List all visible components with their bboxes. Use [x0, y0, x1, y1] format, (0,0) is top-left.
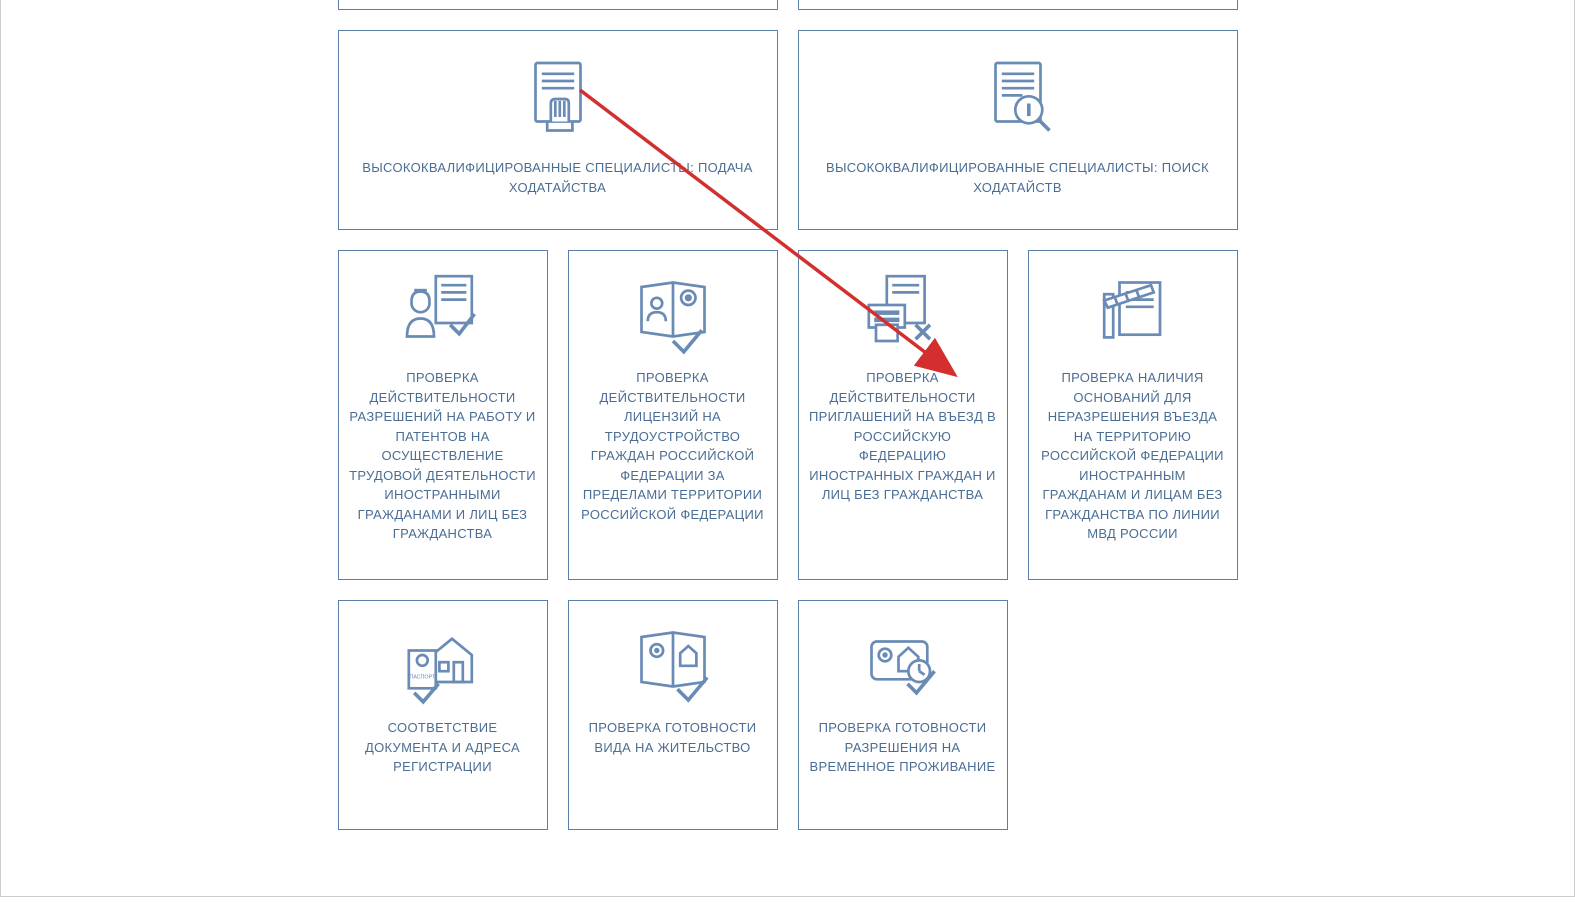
viewport-frame	[0, 0, 1575, 897]
